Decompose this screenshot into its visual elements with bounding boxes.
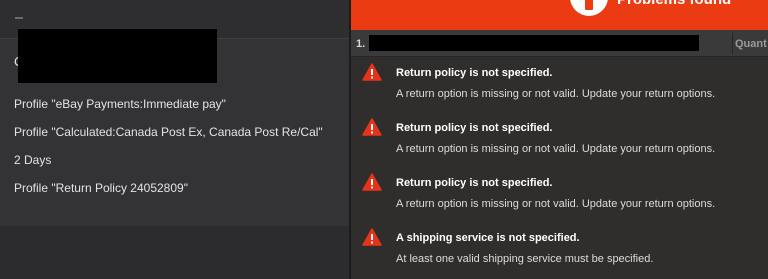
warning-icon — [362, 173, 382, 191]
error-item: Return policy is not specified. A return… — [351, 113, 768, 168]
listing-details-panel: C Profile "eBay Payments:Immediate pay" … — [0, 0, 350, 279]
error-title: A shipping service is not specified. — [396, 232, 580, 244]
error-item: Return policy is not specified. A return… — [351, 58, 768, 113]
row-number: 1. — [356, 38, 366, 50]
shipping-profile: Profile "Calculated:Canada Post Ex, Cana… — [14, 125, 323, 139]
problems-panel: Problems found 1. Quant Return policy is… — [351, 0, 768, 279]
alert-circle-icon — [570, 0, 608, 16]
redacted-block — [18, 29, 217, 83]
banner-title: Problems found — [617, 0, 731, 8]
quantity-column-header[interactable]: Quant — [735, 38, 767, 50]
problems-banner: Problems found — [351, 0, 768, 30]
error-title: Return policy is not specified. — [396, 177, 553, 189]
error-message: A return option is missing or not valid.… — [396, 88, 716, 100]
minimize-dash-icon[interactable] — [15, 17, 23, 19]
warning-icon — [362, 63, 382, 81]
error-title: Return policy is not specified. — [396, 122, 553, 134]
return-profile: Profile "Return Policy 24052809" — [14, 181, 188, 195]
handling-time: 2 Days — [14, 153, 52, 167]
warning-icon — [362, 118, 382, 136]
error-message: A return option is missing or not valid.… — [396, 198, 716, 210]
error-item: Return policy is not specified. A return… — [351, 168, 768, 223]
payment-profile: Profile "eBay Payments:Immediate pay" — [14, 97, 226, 111]
column-separator[interactable] — [732, 33, 733, 54]
redacted-title — [369, 35, 699, 51]
left-footer — [0, 226, 350, 279]
error-item: A shipping service is not specified. At … — [351, 223, 768, 278]
column-header: 1. Quant — [351, 30, 768, 57]
error-title: Return policy is not specified. — [396, 67, 553, 79]
listing-properties: Profile "eBay Payments:Immediate pay" Pr… — [14, 97, 350, 209]
error-message: A return option is missing or not valid.… — [396, 143, 716, 155]
error-message: At least one valid shipping service must… — [396, 253, 654, 265]
warning-icon — [362, 228, 382, 246]
error-list: Return policy is not specified. A return… — [351, 58, 768, 278]
